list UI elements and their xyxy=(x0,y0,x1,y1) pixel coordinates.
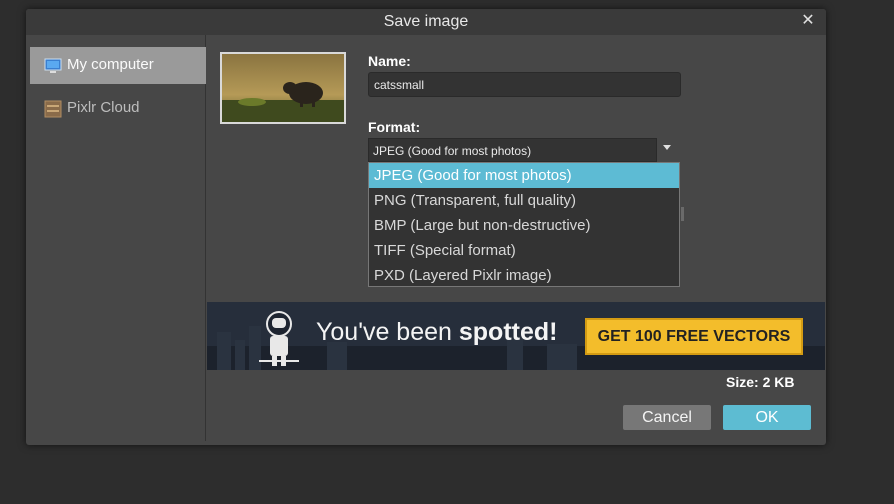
banner-headline-plain: You've been xyxy=(316,318,459,346)
format-option-jpeg[interactable]: JPEG (Good for most photos) xyxy=(369,163,679,188)
chevron-down-icon[interactable] xyxy=(663,145,671,150)
slider-track-edge xyxy=(681,207,684,221)
cancel-button[interactable]: Cancel xyxy=(623,405,711,430)
ad-banner[interactable]: You've been spotted! GET 100 FREE VECTOR… xyxy=(207,302,825,370)
banner-headline-bold: spotted! xyxy=(458,318,558,346)
banner-headline: You've been spotted! xyxy=(316,318,557,347)
computer-icon xyxy=(44,57,62,75)
get-free-vectors-button[interactable]: GET 100 FREE VECTORS xyxy=(585,318,803,355)
close-icon[interactable]: ✕ xyxy=(800,13,816,29)
ok-button[interactable]: OK xyxy=(723,405,811,430)
format-option-png[interactable]: PNG (Transparent, full quality) xyxy=(369,188,679,213)
format-option-tiff[interactable]: TIFF (Special format) xyxy=(369,238,679,263)
save-image-dialog: Save image ✕ My computer Pixlr Cloud Nam… xyxy=(26,9,826,445)
sidebar-item-pixlr-cloud[interactable]: Pixlr Cloud xyxy=(30,90,206,127)
astronaut-icon xyxy=(259,311,299,366)
format-label: Format: xyxy=(368,119,421,135)
sidebar-item-my-computer[interactable]: My computer xyxy=(30,47,206,84)
name-label: Name: xyxy=(368,53,411,69)
dialog-title: Save image xyxy=(383,13,469,30)
file-name-input[interactable] xyxy=(368,72,681,97)
format-option-pxd[interactable]: PXD (Layered Pixlr image) xyxy=(369,263,679,288)
format-dropdown-list: JPEG (Good for most photos) PNG (Transpa… xyxy=(368,162,680,287)
dialog-titlebar: Save image ✕ xyxy=(26,9,826,35)
save-location-sidebar: My computer Pixlr Cloud xyxy=(26,35,206,441)
sidebar-item-label: Pixlr Cloud xyxy=(67,99,140,116)
image-thumbnail xyxy=(220,52,346,124)
format-option-bmp[interactable]: BMP (Large but non-destructive) xyxy=(369,213,679,238)
cloud-storage-icon xyxy=(44,100,62,118)
format-select[interactable]: JPEG (Good for most photos) xyxy=(368,138,657,162)
file-size-label: Size: 2 KB xyxy=(726,374,795,390)
sidebar-item-label: My computer xyxy=(67,56,154,73)
